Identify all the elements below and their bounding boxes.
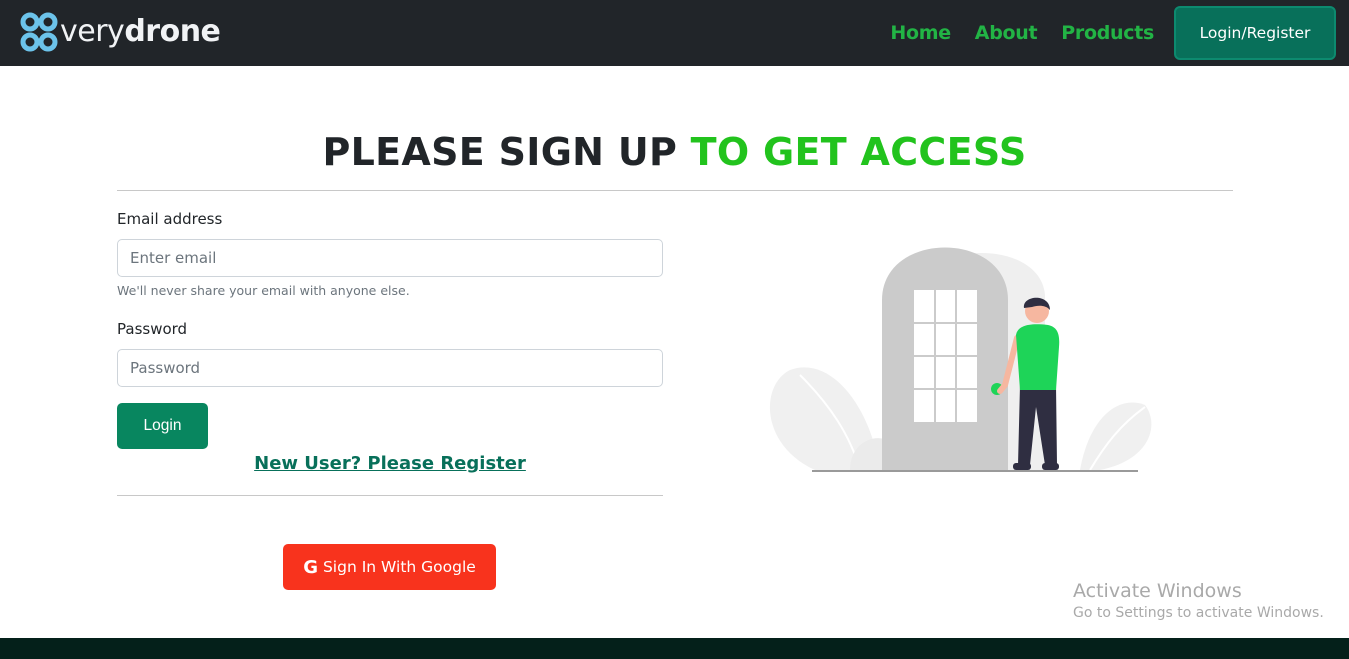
- password-label: Password: [117, 320, 188, 338]
- windows-activation-subtitle: Go to Settings to activate Windows.: [1073, 605, 1324, 621]
- divider-top: [117, 190, 1233, 191]
- divider-form: [117, 495, 663, 496]
- brand-name: verydrone: [60, 14, 221, 49]
- google-g-icon: G: [303, 556, 318, 578]
- page-title: PLEASE SIGN UP TO GET ACCESS: [0, 128, 1349, 176]
- person-shoe-left: [1013, 463, 1031, 470]
- navbar: verydrone Home About Products Login/Regi…: [0, 0, 1349, 66]
- login-register-button[interactable]: Login/Register: [1174, 6, 1336, 60]
- page-title-part1: PLEASE SIGN UP: [322, 130, 678, 174]
- footer: [0, 638, 1349, 659]
- drone-logo-icon: [20, 12, 58, 52]
- nav-link-home[interactable]: Home: [890, 22, 951, 44]
- nav-links: Home About Products: [866, 0, 1154, 66]
- brand-prefix: very: [60, 14, 125, 49]
- nav-link-about[interactable]: About: [975, 22, 1038, 44]
- password-field[interactable]: [117, 349, 663, 387]
- email-help-text: We'll never share your email with anyone…: [117, 283, 410, 298]
- nav-link-products[interactable]: Products: [1061, 22, 1154, 44]
- page-title-part2: TO GET ACCESS: [690, 130, 1027, 174]
- email-label: Email address: [117, 210, 223, 228]
- leaf-right: [1080, 402, 1152, 470]
- register-link[interactable]: New User? Please Register: [117, 453, 663, 474]
- person-at-door-illustration: [769, 247, 1152, 472]
- login-button[interactable]: Login: [117, 403, 208, 449]
- person-shoe-right: [1042, 463, 1059, 470]
- brand-suffix: drone: [124, 14, 221, 49]
- brand-logo-link[interactable]: verydrone: [20, 11, 221, 53]
- windows-activation-title: Activate Windows: [1073, 580, 1242, 602]
- email-field[interactable]: [117, 239, 663, 277]
- google-sign-in-button[interactable]: G Sign In With Google: [283, 544, 496, 590]
- person-shirt: [1016, 324, 1060, 390]
- google-sign-in-label: Sign In With Google: [322, 558, 476, 576]
